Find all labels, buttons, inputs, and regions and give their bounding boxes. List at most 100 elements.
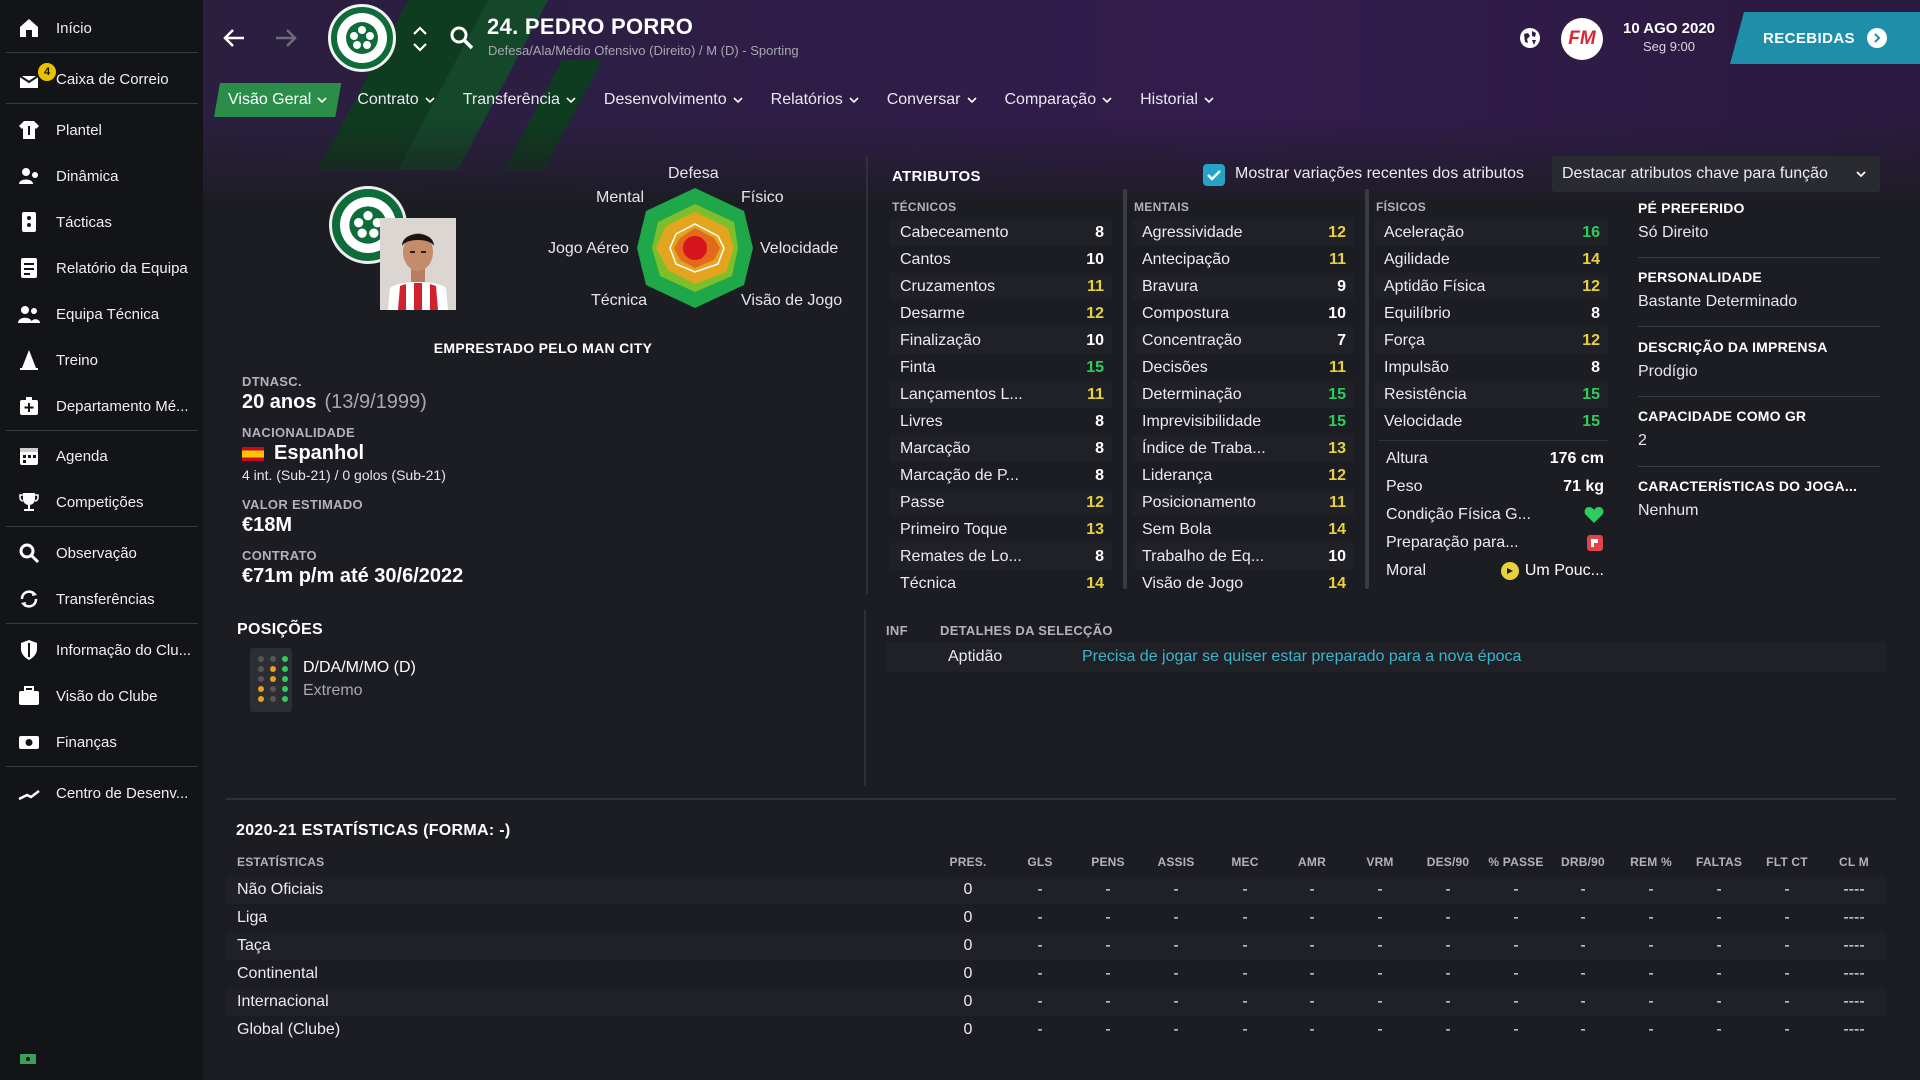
attribute-row[interactable]: Antecipação 11 <box>1132 246 1354 273</box>
attribute-row[interactable]: Livres 8 <box>890 408 1112 435</box>
attribute-row[interactable]: Remates de Lo... 8 <box>890 543 1112 570</box>
club-logo[interactable] <box>328 4 396 72</box>
nationality-value[interactable]: Espanhol <box>242 442 364 465</box>
table-cell: ---- <box>1843 993 1865 1010</box>
attribute-row[interactable]: Compostura 10 <box>1132 300 1354 327</box>
radar-label-mental: Mental <box>596 189 645 206</box>
attribute-row[interactable]: Liderança 12 <box>1132 462 1354 489</box>
attribute-row[interactable]: Cruzamentos 11 <box>890 273 1112 300</box>
player-switch-updown-icon[interactable] <box>410 22 430 56</box>
attribute-row[interactable]: Bravura 9 <box>1132 273 1354 300</box>
attribute-row[interactable]: Imprevisibilidade 15 <box>1132 408 1354 435</box>
attribute-row[interactable]: Técnica 14 <box>890 570 1112 597</box>
attribute-row[interactable]: Marcação de P... 8 <box>890 462 1112 489</box>
gk-capacity: CAPACIDADE COMO GR 2 <box>1638 408 1880 450</box>
tab-historial[interactable]: Historial <box>1128 83 1226 117</box>
condition-row[interactable]: Condição Física G... <box>1378 501 1608 529</box>
table-row[interactable]: Internacional 0- - - - - - - - - - - - ---- <box>226 988 1886 1016</box>
sidebar-item-agenda[interactable]: Agenda <box>0 434 198 478</box>
tab-relatorios[interactable]: Relatórios <box>759 83 871 117</box>
sidebar-item-observacao[interactable]: Observação <box>0 531 198 575</box>
table-cell: ---- <box>1843 909 1865 926</box>
show-changes-label[interactable]: Mostrar variações recentes dos atributos <box>1235 165 1524 183</box>
scrollbar[interactable] <box>1123 189 1127 589</box>
preparation-row[interactable]: Preparação para... <box>1378 529 1608 557</box>
attribute-row[interactable]: Decisões 11 <box>1132 354 1354 381</box>
sidebar-item-competicoes[interactable]: Competições <box>0 480 198 524</box>
tab-transferencia[interactable]: Transferência <box>451 83 588 117</box>
tab-contrato[interactable]: Contrato <box>345 83 446 117</box>
game-date[interactable]: 10 AGO 2020 Seg 9:00 <box>1622 20 1716 54</box>
tab-visao-geral[interactable]: Visão Geral <box>214 83 341 117</box>
sidebar-item-inicio[interactable]: Início <box>0 6 198 50</box>
stats-column-header[interactable]: ASSIS <box>1136 855 1216 869</box>
tab-conversar[interactable]: Conversar <box>875 83 989 117</box>
sidebar-item-caixa-de-correio[interactable]: 4 Caixa de Correio <box>0 57 198 101</box>
sidebar-item-centro-de-desenvolvimento[interactable]: Centro de Desenv... <box>0 771 198 815</box>
back-arrow-icon[interactable] <box>220 24 248 52</box>
sidebar-item-informacao-do-clube[interactable]: Informação do Clu... <box>0 628 198 672</box>
attribute-row[interactable]: Finta 15 <box>890 354 1112 381</box>
attribute-row[interactable]: Passe 12 <box>890 489 1112 516</box>
sidebar-item-tacticas[interactable]: Tácticas <box>0 200 198 244</box>
sidebar-item-dinamica[interactable]: Dinâmica <box>0 154 198 198</box>
morale-row[interactable]: Moral Um Pouc... <box>1378 557 1608 585</box>
attribute-row[interactable]: Cabeceamento 8 <box>890 219 1112 246</box>
sidebar-item-plantel[interactable]: Plantel <box>0 108 198 152</box>
attribute-row[interactable]: Visão de Jogo 14 <box>1132 570 1354 597</box>
table-row[interactable]: Continental 0- - - - - - - - - - - - ---- <box>226 960 1886 988</box>
globe-icon[interactable] <box>1518 26 1542 50</box>
search-icon[interactable] <box>448 24 476 52</box>
sidebar-item-transferencias[interactable]: Transferências <box>0 577 198 621</box>
attribute-row[interactable]: Trabalho de Eq... 10 <box>1132 543 1354 570</box>
sidebar-item-visao-do-clube[interactable]: Visão do Clube <box>0 674 198 718</box>
stats-column-header[interactable]: PRES. <box>928 855 1008 869</box>
position-pitch-icon[interactable] <box>250 648 292 712</box>
attribute-row[interactable]: Lançamentos L... 11 <box>890 381 1112 408</box>
checkmark-icon <box>1207 170 1221 181</box>
money-icon <box>16 729 42 755</box>
sidebar-item-departamento-medico[interactable]: Departamento Mé... <box>0 384 198 428</box>
attribute-row[interactable]: Agilidade 14 <box>1374 246 1608 273</box>
attribute-row[interactable]: Aptidão Física 12 <box>1374 273 1608 300</box>
sidebar-item-treino[interactable]: Treino <box>0 338 198 382</box>
table-row[interactable]: Não Oficiais 0- - - - - - - - - - - - ---- <box>226 876 1886 904</box>
attribute-row[interactable]: Resistência 15 <box>1374 381 1608 408</box>
attribute-row[interactable]: Velocidade 15 <box>1374 408 1608 435</box>
attribute-row[interactable]: Desarme 12 <box>890 300 1112 327</box>
attribute-row[interactable]: Equilíbrio 8 <box>1374 300 1608 327</box>
attribute-row[interactable]: Posicionamento 11 <box>1132 489 1354 516</box>
attribute-row[interactable]: Determinação 15 <box>1132 381 1354 408</box>
value-label: VALOR ESTIMADO <box>242 497 363 512</box>
attribute-row[interactable]: Índice de Traba... 13 <box>1132 435 1354 462</box>
tab-desenvolvimento[interactable]: Desenvolvimento <box>592 83 755 117</box>
attribute-row[interactable]: Concentração 7 <box>1132 327 1354 354</box>
attribute-row[interactable]: Força 12 <box>1374 327 1608 354</box>
tab-comparacao[interactable]: Comparação <box>993 83 1125 117</box>
attribute-row[interactable]: Cantos 10 <box>890 246 1112 273</box>
chevron-down-icon <box>1204 97 1214 104</box>
cash-icon[interactable] <box>20 1054 36 1064</box>
show-changes-checkbox[interactable] <box>1203 164 1225 186</box>
table-row[interactable]: Taça 0- - - - - - - - - - - - ---- <box>226 932 1886 960</box>
fm-logo[interactable]: FM <box>1561 18 1603 60</box>
attribute-row[interactable]: Finalização 10 <box>890 327 1112 354</box>
selection-detail-row[interactable]: Aptidão Precisa de jogar se quiser estar… <box>886 642 1886 672</box>
attribute-row[interactable]: Marcação 8 <box>890 435 1112 462</box>
chevron-down-icon <box>966 97 977 104</box>
attribute-row[interactable]: Primeiro Toque 13 <box>890 516 1112 543</box>
stats-column-header[interactable]: CL M <box>1814 855 1894 869</box>
attribute-row[interactable]: Aceleração 16 <box>1374 219 1608 246</box>
attribute-row[interactable]: Sem Bola 14 <box>1132 516 1354 543</box>
attribute-row[interactable]: Impulsão 8 <box>1374 354 1608 381</box>
sidebar-item-equipa-tecnica[interactable]: Equipa Técnica <box>0 292 198 336</box>
scrollbar[interactable] <box>1365 189 1369 589</box>
table-row[interactable]: Liga 0- - - - - - - - - - - - ---- <box>226 904 1886 932</box>
sidebar-item-relatorio-da-equipa[interactable]: Relatório da Equipa <box>0 246 198 290</box>
forward-arrow-icon[interactable] <box>272 24 300 52</box>
attribute-row[interactable]: Agressividade 12 <box>1132 219 1354 246</box>
table-row[interactable]: Global (Clube) 0- - - - - - - - - - - - ---- <box>226 1016 1886 1044</box>
sidebar-item-financas[interactable]: Finanças <box>0 720 198 764</box>
highlight-attributes-dropdown[interactable]: Destacar atributos chave para função <box>1552 156 1880 192</box>
received-button[interactable]: RECEBIDAS <box>1730 12 1920 64</box>
